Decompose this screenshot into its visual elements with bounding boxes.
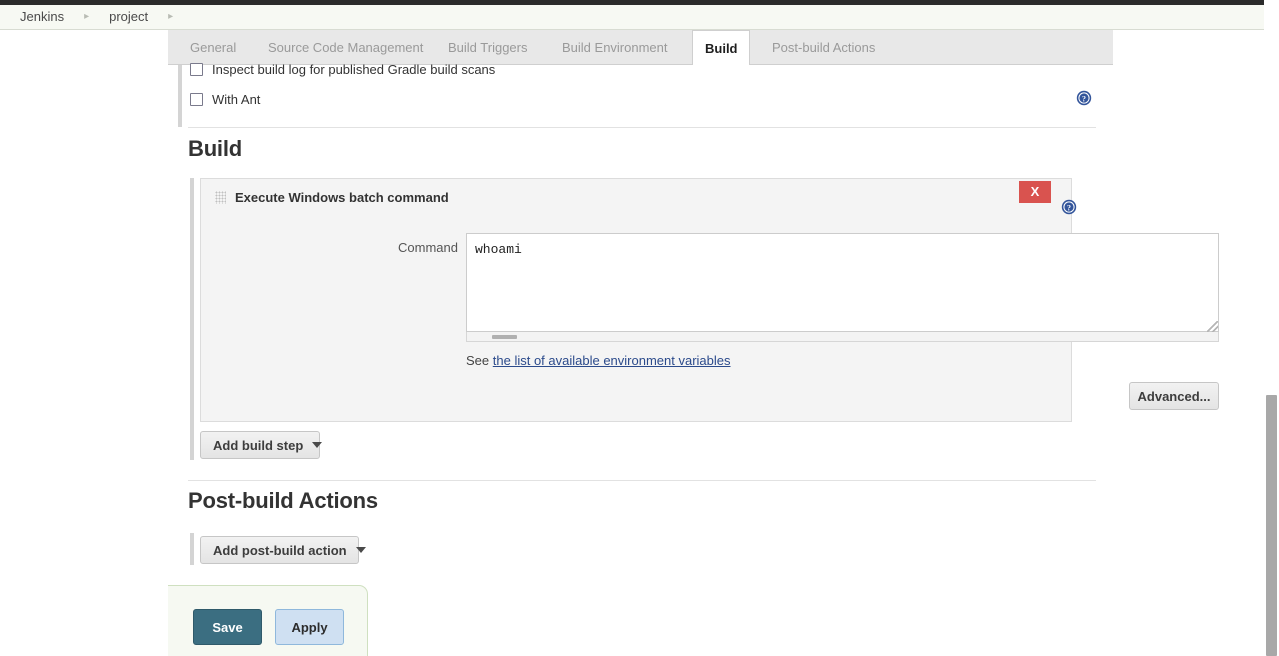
command-input-hscroll-thumb[interactable] xyxy=(492,335,517,339)
config-form: Inspect build log for published Gradle b… xyxy=(168,62,1219,656)
tab-build-triggers[interactable]: Build Triggers xyxy=(436,30,536,65)
breadcrumb-item-jenkins[interactable]: Jenkins xyxy=(14,5,70,29)
build-environment-section-rail xyxy=(178,65,182,127)
page-scrollbar[interactable] xyxy=(1264,0,1279,656)
drag-grip-icon[interactable] xyxy=(215,191,226,204)
breadcrumb-separator-icon: ▸ xyxy=(84,11,90,22)
checkbox-label-inspect-gradle-scans: Inspect build log for published Gradle b… xyxy=(212,62,496,77)
advanced-button[interactable]: Advanced... xyxy=(1129,382,1219,410)
add-post-build-action-label: Add post-build action xyxy=(213,542,347,558)
command-label: Command xyxy=(398,240,458,255)
help-icon-build-step[interactable]: ? xyxy=(1061,199,1077,215)
svg-text:?: ? xyxy=(1067,203,1071,212)
add-post-build-action-button[interactable]: Add post-build action xyxy=(200,536,366,564)
svg-text:?: ? xyxy=(1082,94,1086,103)
breadcrumb: Jenkins ▸ project ▸ xyxy=(0,5,1279,30)
help-icon-with-ant[interactable]: ? xyxy=(1076,90,1092,106)
config-tab-bar: General Source Code Management Build Tri… xyxy=(168,30,1113,66)
checkbox-with-ant[interactable] xyxy=(190,93,203,106)
breadcrumb-separator-icon-2: ▸ xyxy=(168,11,174,22)
tab-build-environment[interactable]: Build Environment xyxy=(550,30,672,65)
chevron-down-icon xyxy=(312,442,323,449)
checkbox-label-with-ant: With Ant xyxy=(212,92,261,107)
tab-post-build-actions[interactable]: Post-build Actions xyxy=(760,30,888,65)
resize-grip-icon[interactable] xyxy=(1207,321,1218,332)
build-step-execute-windows-batch-command: Execute Windows batch command Command Se… xyxy=(200,178,1219,422)
page-section-heading-build: Build xyxy=(188,136,242,161)
page-scrollbar-thumb[interactable] xyxy=(1266,395,1277,656)
remove-build-step-button[interactable]: X xyxy=(1019,181,1051,203)
env-vars-hint: See the list of available environment va… xyxy=(466,353,731,368)
command-input-hscrollbar[interactable] xyxy=(466,332,1219,342)
checkbox-inspect-gradle-scans[interactable] xyxy=(190,63,203,76)
apply-button[interactable]: Apply xyxy=(275,609,344,645)
build-step-title: Execute Windows batch command xyxy=(235,190,449,205)
page-section-heading-post-build: Post-build Actions xyxy=(188,488,378,513)
add-build-step-button[interactable]: Add build step xyxy=(200,431,323,459)
env-vars-hint-prefix: See xyxy=(466,353,490,368)
save-button[interactable]: Save xyxy=(193,609,262,645)
build-step-header: Execute Windows batch command xyxy=(201,179,1071,217)
env-vars-link[interactable]: the list of available environment variab… xyxy=(493,353,731,368)
tab-general[interactable]: General xyxy=(178,30,254,65)
chevron-down-icon-2 xyxy=(355,547,366,554)
form-footer-bar: Save Apply xyxy=(168,585,368,656)
checkbox-row-inspect-gradle-scans[interactable]: Inspect build log for published Gradle b… xyxy=(190,62,495,77)
section-divider-post-build xyxy=(188,480,1096,481)
tab-source-code-management[interactable]: Source Code Management xyxy=(256,30,423,65)
checkbox-row-with-ant[interactable]: With Ant xyxy=(190,92,260,107)
build-step-rail xyxy=(190,178,194,428)
breadcrumb-item-project[interactable]: project xyxy=(103,5,154,29)
section-divider-build xyxy=(188,127,1096,128)
add-post-build-action-rail xyxy=(190,533,194,565)
tab-build[interactable]: Build xyxy=(692,30,750,66)
add-build-step-label: Add build step xyxy=(213,437,304,453)
command-input[interactable] xyxy=(466,233,1219,332)
add-build-step-rail xyxy=(190,428,194,460)
